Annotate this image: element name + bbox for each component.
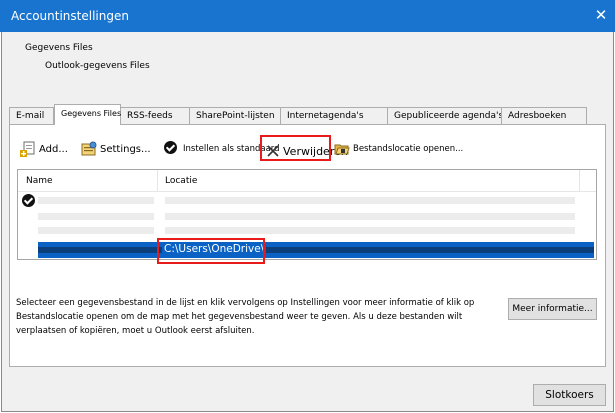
add-label: Add... [39, 143, 68, 155]
redacted-name [38, 197, 154, 204]
tab-email[interactable]: E-mail [9, 107, 54, 124]
column-separator [157, 170, 158, 191]
column-location-header[interactable]: Locatie [165, 176, 197, 186]
list-header: Name Locatie [18, 170, 596, 192]
tab-gegevens-files[interactable]: Gegevens Files [54, 104, 121, 125]
tab-internetagendas[interactable]: Internetagenda's [280, 107, 388, 124]
redacted-name [38, 227, 154, 234]
close-button[interactable]: Slotkoers [533, 384, 606, 406]
folder-open-icon [334, 141, 350, 157]
column-separator [579, 170, 580, 191]
delete-highlight-box [260, 135, 331, 161]
default-checkmark-icon [22, 194, 35, 210]
add-file-icon [20, 141, 36, 157]
selection-redaction [38, 247, 594, 253]
more-info-button[interactable]: Meer informatie... [508, 298, 597, 320]
checkmark-icon [164, 141, 178, 157]
info-text: Selecteer een gegevensbestand in de lijs… [16, 298, 475, 336]
redacted-name [38, 213, 154, 220]
section-heading: Gegevens Files [25, 43, 93, 53]
window-titlebar: Accountinstellingen ✕ [0, 0, 615, 32]
settings-button[interactable]: Settings... [81, 141, 151, 157]
open-location-label: Bestandslocatie openen... [353, 144, 464, 154]
tab-rss-feeds[interactable]: RSS-feeds [120, 107, 190, 124]
window-title: Accountinstellingen [11, 9, 129, 23]
column-name-header[interactable]: Name [26, 176, 53, 186]
redacted-location [165, 213, 575, 220]
close-window-button[interactable]: ✕ [587, 0, 615, 32]
settings-icon [81, 141, 97, 157]
list-row-selected[interactable] [38, 242, 594, 258]
tab-sharepoint[interactable]: SharePoint-lijsten [189, 107, 281, 124]
tab-adresboeken[interactable]: Adresboeken [501, 107, 587, 124]
redacted-location [165, 227, 575, 234]
path-highlight-box [157, 238, 265, 264]
tab-gepubliceerde-agendas[interactable]: Gepubliceerde agenda's [387, 107, 503, 124]
redacted-location [165, 197, 575, 204]
add-button[interactable]: Add... [20, 141, 68, 157]
section-subheading: Outlook-gegevens Files [45, 61, 150, 71]
settings-label: Settings... [100, 143, 151, 155]
open-location-button[interactable]: Bestandslocatie openen... [334, 141, 463, 157]
data-files-list[interactable]: Name Locatie [17, 169, 597, 260]
